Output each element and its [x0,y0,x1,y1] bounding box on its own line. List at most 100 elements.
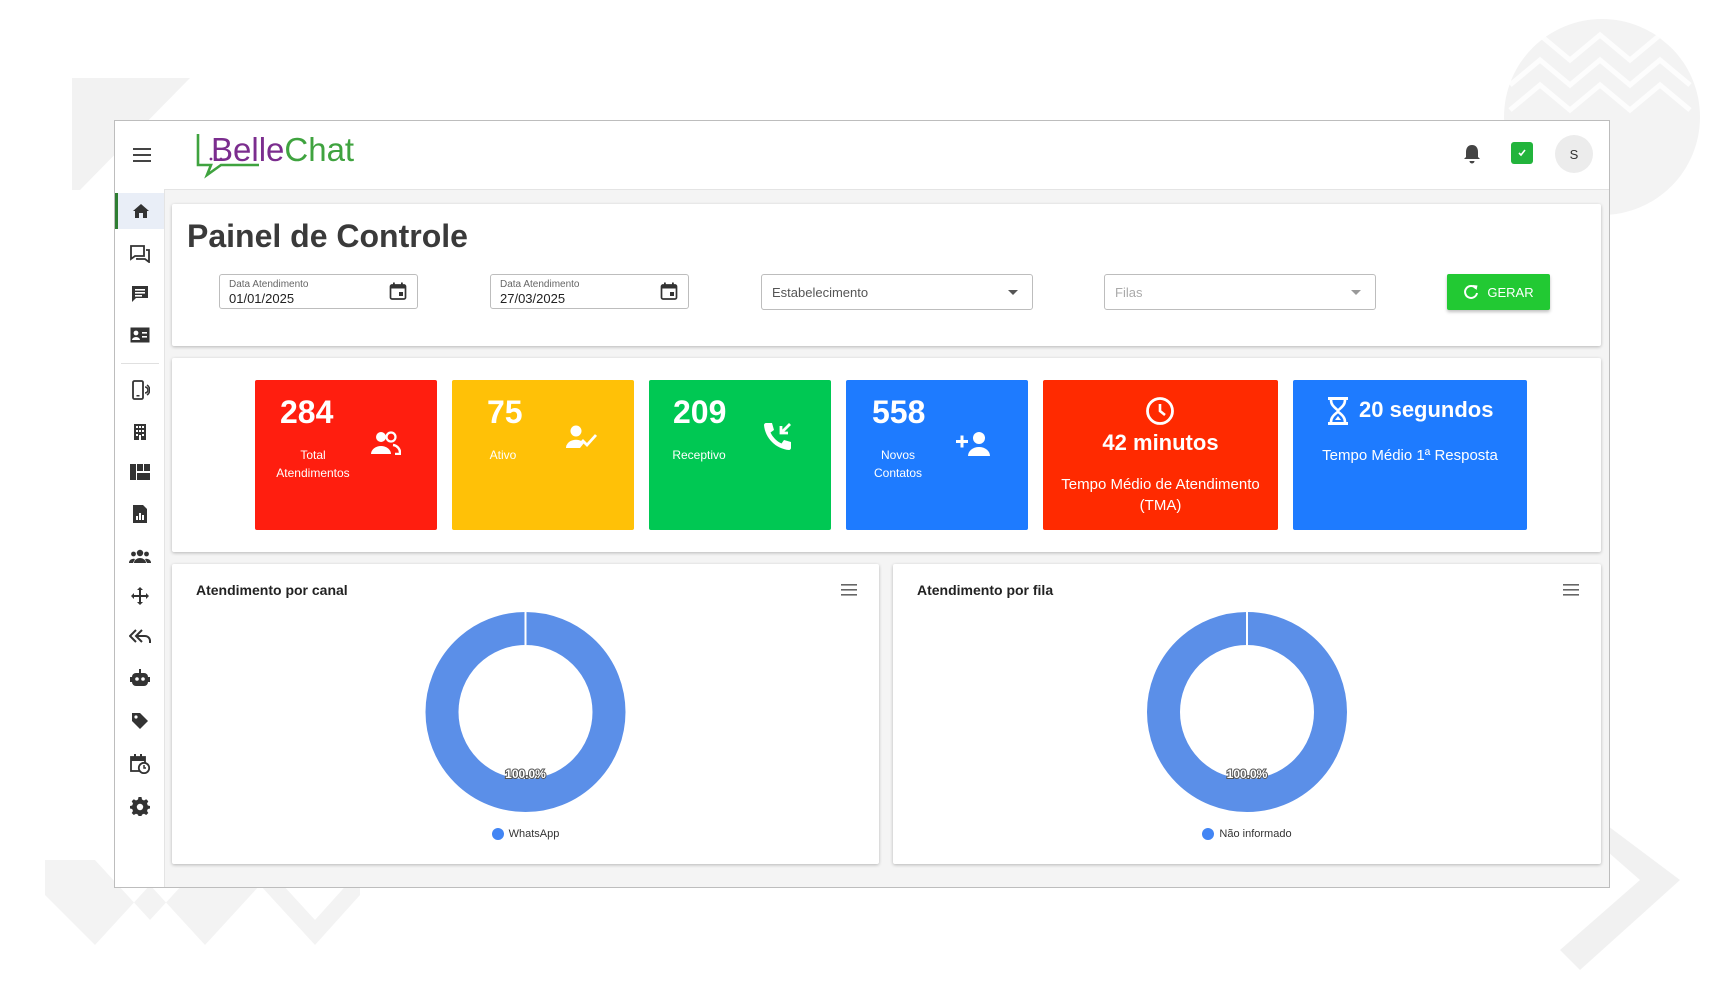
stat-label-line1: Tempo Médio de Atendimento [1061,476,1260,493]
home-icon [133,204,149,218]
stat-card-first-response: 20 segundos Tempo Médio 1ª Resposta [1293,380,1527,530]
phone-incoming-icon [764,423,791,450]
stat-label-line1: Receptivo [672,448,726,462]
sidebar-item-establishments[interactable] [115,414,164,450]
page-title: Painel de Controle [187,218,468,254]
date-end-label: Data Atendimento [500,279,580,290]
sidebar-item-home[interactable] [115,193,164,229]
chevron-down-icon [1008,290,1018,295]
user-avatar[interactable]: S [1555,135,1593,173]
sidebar-item-messages[interactable] [115,276,164,312]
sidebar-item-users[interactable] [115,538,164,574]
legend-label: WhatsApp [508,828,560,840]
establishment-placeholder: Estabelecimento [772,285,869,300]
sidebar-item-connections[interactable] [115,372,164,408]
stat-label: Novos Contatos [858,446,938,482]
date-start-field[interactable]: Data Atendimento 01/01/2025 [219,274,418,309]
sidebar [115,189,165,887]
date-end-value: 27/03/2025 [500,291,566,306]
stat-label: Receptivo [659,446,739,464]
whatsapp-status-icon[interactable] [1511,142,1533,164]
slice-data-label: 100.0% [1227,767,1268,781]
stats-panel: 284 Total Atendimentos 75 Ativo 209 Rece… [172,358,1601,552]
sidebar-item-reports[interactable] [115,496,164,532]
logo-belle: Belle [211,131,285,168]
establishment-select[interactable]: Estabelecimento [761,274,1033,310]
donut-chart-canal: 100.0% [425,612,626,812]
calendar-icon[interactable] [389,282,407,305]
stat-value: 209 [673,394,727,430]
contacts-card-icon [130,327,149,343]
sidebar-item-dashboard[interactable] [115,454,164,490]
stat-label: Tempo Médio de Atendimento (TMA) [1043,474,1278,516]
robot-icon [129,669,150,686]
building-icon [133,424,146,440]
stat-label-line1: Tempo Médio 1ª Resposta [1322,447,1498,464]
legend-marker [1202,828,1215,840]
stat-label-line1: Novos [880,448,915,462]
stat-label-line2: Atendimentos [276,466,350,480]
sidebar-item-chats[interactable] [115,236,164,272]
stat-label-line1: Ativo [489,448,517,462]
sidebar-item-schedules[interactable] [115,746,164,782]
sidebar-item-quick-replies[interactable] [115,618,164,654]
report-icon [132,505,147,523]
move-icon [130,587,149,605]
stat-card-tma: 42 minutos Tempo Médio de Atendimento (T… [1043,380,1278,530]
generate-button[interactable]: GERAR [1447,274,1550,310]
chart-panel-fila: Atendimento por fila 100.0% Não informad… [893,564,1601,864]
logo-chat: Chat [284,131,355,168]
chats-icon [129,245,150,263]
stat-card-new-contacts: 558 Novos Contatos [846,380,1028,530]
reply-all-icon [128,629,151,643]
chart-legend[interactable]: WhatsApp [172,828,879,840]
sidebar-divider [121,363,159,364]
sidebar-item-contacts[interactable] [115,317,164,353]
filter-panel: Painel de Controle Data Atendimento 01/0… [172,204,1601,346]
dashboard-icon [129,464,150,480]
sidebar-item-chatbot[interactable] [115,660,164,696]
stat-label-line2: Contatos [873,466,923,480]
users-group-icon [128,549,151,563]
donut-chart-fila: 100.0% [1147,612,1347,812]
stat-card-active: 75 Ativo [452,380,634,530]
sidebar-item-tags[interactable] [115,703,164,739]
menu-hamburger-icon[interactable] [129,143,155,167]
stat-value: 558 [872,394,926,430]
legend-label: Não informado [1219,828,1292,840]
person-add-icon [956,432,990,456]
stat-label-line2: (TMA) [1139,497,1182,514]
chevron-down-icon [1351,290,1361,295]
sidebar-item-settings[interactable] [115,788,164,824]
calendar-clock-icon [129,754,150,774]
date-end-field[interactable]: Data Atendimento 27/03/2025 [490,274,689,309]
stat-label: Ativo [468,446,538,464]
stat-card-receptive: 209 Receptivo [649,380,831,530]
tag-icon [131,713,148,729]
app-window: BelleChat S Painel de Controle Data Aten… [114,120,1610,888]
logo-text: BelleChat [211,129,354,171]
hourglass-icon [1328,397,1348,425]
top-header: BelleChat S [115,121,1609,190]
queues-placeholder: Filas [1115,285,1143,300]
sidebar-item-transfer[interactable] [115,578,164,614]
date-start-value: 01/01/2025 [229,291,295,306]
bellechat-logo[interactable]: BelleChat [195,129,365,181]
generate-label: GERAR [1487,284,1534,300]
stat-card-total: 284 Total Atendimentos [255,380,437,530]
stat-label: Tempo Médio 1ª Resposta [1293,445,1527,466]
legend-marker [491,828,504,840]
people-icon [371,431,401,455]
date-start-label: Data Atendimento [229,279,309,290]
refresh-icon [1464,284,1479,299]
stat-value: 75 [487,394,523,430]
stat-label-line1: Total [300,448,326,462]
chart-legend[interactable]: Não informado [893,828,1601,840]
calendar-icon[interactable] [660,282,678,305]
stat-label: Total Atendimentos [263,446,363,482]
queues-select[interactable]: Filas [1104,274,1376,310]
notification-bell-icon[interactable] [1460,141,1484,167]
settings-gear-icon [129,797,150,816]
stat-value: 20 segundos [1359,397,1494,422]
stat-value: 284 [280,394,334,430]
